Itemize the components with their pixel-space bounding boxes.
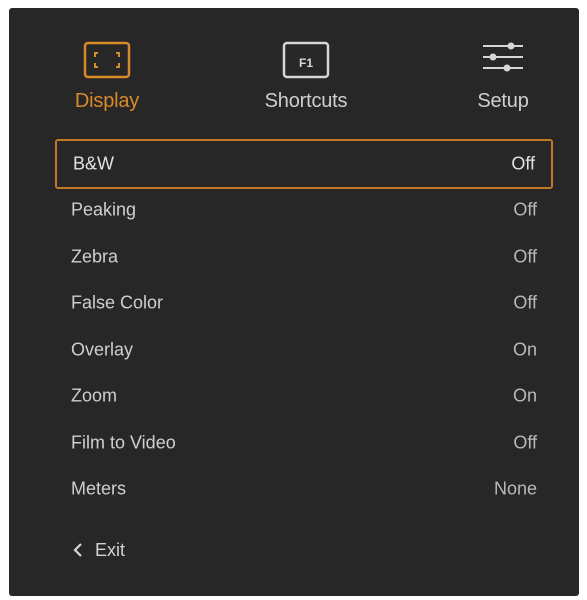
- setting-value: Off: [513, 199, 537, 220]
- setting-value: Off: [513, 292, 537, 313]
- setting-row-false-color[interactable]: False Color Off: [55, 280, 553, 326]
- setting-value: On: [512, 339, 537, 359]
- setting-name: Zoom: [71, 385, 118, 406]
- sliders-icon: [483, 42, 523, 72]
- setting-value: Off: [511, 153, 535, 174]
- setting-name: Overlay: [71, 339, 134, 359]
- tab-shortcuts-label: Shortcuts: [264, 90, 348, 112]
- tab-setup[interactable]: Setup: [443, 40, 563, 120]
- f1-key-icon: F1: [282, 41, 330, 79]
- exit-label: Exit: [95, 540, 126, 560]
- f1-key-text: F1: [299, 56, 313, 70]
- setting-row-zoom[interactable]: Zoom On: [55, 373, 553, 419]
- tab-shortcuts[interactable]: F1 Shortcuts: [246, 40, 366, 120]
- setting-value: Off: [513, 246, 537, 266]
- setting-row-zebra[interactable]: Zebra Off: [55, 234, 553, 280]
- setting-value: None: [493, 478, 537, 499]
- setting-value: Off: [513, 432, 537, 452]
- tab-display-label: Display: [74, 90, 140, 112]
- setting-row-overlay[interactable]: Overlay On: [55, 327, 553, 373]
- menu-panel: Display F1 Shortcuts Setup B&W Off Peaki…: [9, 8, 579, 596]
- setting-name: B&W: [73, 153, 115, 174]
- tab-display[interactable]: Display: [47, 40, 167, 120]
- tab-setup-label: Setup: [477, 90, 529, 112]
- settings-list: B&W Off Peaking Off Zebra Off False Colo…: [55, 135, 553, 513]
- setting-row-film-to-video[interactable]: Film to Video Off: [55, 420, 553, 466]
- setting-row-meters[interactable]: Meters None: [55, 466, 553, 512]
- setting-row-bw[interactable]: B&W Off: [55, 139, 553, 189]
- chevron-left-icon: [73, 543, 82, 557]
- display-frame-icon: [83, 41, 131, 79]
- setting-name: Peaking: [71, 199, 137, 220]
- setting-name: Film to Video: [71, 432, 176, 452]
- setting-name: Zebra: [71, 246, 119, 266]
- setting-value: On: [512, 385, 537, 406]
- setting-row-peaking[interactable]: Peaking Off: [55, 187, 553, 233]
- exit-button[interactable]: Exit: [71, 535, 171, 567]
- setting-name: False Color: [71, 292, 164, 313]
- setting-name: Meters: [71, 478, 127, 499]
- tab-bar: Display F1 Shortcuts Setup: [9, 8, 579, 128]
